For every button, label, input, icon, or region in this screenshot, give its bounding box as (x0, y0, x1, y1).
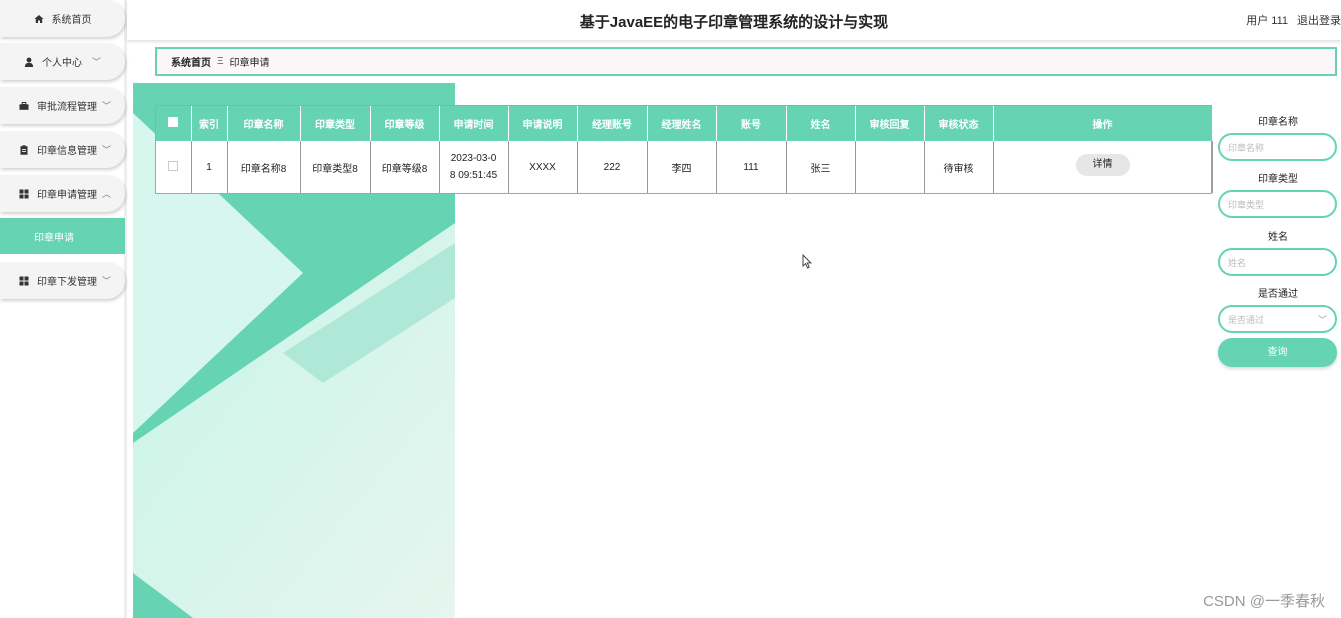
cell-review-status: 待审核 (924, 141, 994, 193)
chevron-down-icon: ﹀ (102, 101, 112, 111)
watermark: CSDN @一季春秋 (1203, 593, 1325, 610)
grid-icon (19, 189, 29, 199)
sidebar-item-seal-info[interactable]: 印章信息管理 ﹀ (0, 131, 125, 168)
cell-index: 1 (191, 141, 228, 193)
cell-seal-type: 印章类型8 (300, 141, 371, 193)
column-header: 经理账号 (577, 106, 648, 141)
user-icon (24, 57, 34, 67)
sidebar-item-profile[interactable]: 个人中心 ﹀ (0, 43, 125, 80)
column-header: 经理姓名 (647, 106, 717, 141)
chevron-down-icon: ﹀ (1317, 315, 1327, 325)
table-header-row: 索引 印章名称 印章类型 印章等级 申请时间 申请说明 经理账号 经理姓名 账号… (156, 106, 1213, 141)
breadcrumb-home[interactable]: 系统首页 (171, 54, 211, 69)
mouse-cursor-icon (802, 253, 812, 274)
column-header: 审核状态 (924, 106, 994, 141)
column-header: 审核回复 (855, 106, 925, 141)
grid-icon (19, 276, 29, 286)
seal-type-label: 印章类型 (1258, 174, 1298, 185)
cell-actions: 详情 (993, 141, 1213, 193)
sidebar-item-seal-apply-mgmt[interactable]: 印章申请管理 ︿ (0, 175, 125, 212)
seal-type-input[interactable]: 印章类型 (1218, 190, 1337, 218)
current-user: 用户 111 (1246, 15, 1288, 27)
query-button[interactable]: 查询 (1218, 338, 1337, 367)
column-header: 印章类型 (300, 106, 371, 141)
column-header: 申请说明 (508, 106, 578, 141)
sidebar-item-label: 个人中心 (41, 58, 82, 69)
apply-time-line1: 2023-03-0 (450, 153, 497, 164)
cell-account: 111 (716, 141, 787, 193)
sidebar-item-label: 审批流程管理 (37, 102, 97, 113)
briefcase-icon (19, 101, 29, 111)
chevron-down-icon: ﹀ (102, 145, 112, 155)
sidebar-item-label: 印章信息管理 (37, 146, 97, 157)
chevron-down-icon: ﹀ (91, 57, 101, 67)
cell-description: XXXX (508, 141, 578, 193)
sidebar-item-label: 印章下发管理 (37, 277, 97, 288)
cell-name: 张三 (786, 141, 856, 193)
seal-name-input[interactable]: 印章名称 (1218, 133, 1337, 161)
detail-button[interactable]: 详情 (1075, 154, 1130, 176)
passed-select-value: 是否通过 (1228, 314, 1265, 325)
sidebar: 系统首页 个人中心 ﹀ 审批流程管理 ﹀ 印章信息管理 ﹀ 印章申请管理 ︿ 印… (0, 0, 127, 618)
name-input[interactable]: 姓名 (1218, 248, 1337, 276)
column-header: 姓名 (786, 106, 856, 141)
logout-link[interactable]: 退出登录 (1297, 12, 1341, 28)
sidebar-item-label: 系统首页 (51, 15, 92, 26)
clipboard-icon (19, 144, 29, 155)
select-all-checkbox[interactable] (156, 106, 192, 141)
breadcrumb: 系统首页 Ξ 印章申请 (155, 47, 1337, 76)
passed-label: 是否通过 (1258, 289, 1298, 300)
top-header: 基于JavaEE的电子印章管理系统的设计与实现 用户 111 退出登录 (127, 0, 1341, 40)
column-header: 印章名称 (227, 106, 301, 141)
row-checkbox[interactable] (156, 141, 192, 193)
sidebar-item-approval-flow[interactable]: 审批流程管理 ﹀ (0, 87, 125, 124)
name-label: 姓名 (1268, 232, 1288, 243)
column-header: 申请时间 (439, 106, 509, 141)
seal-name-label: 印章名称 (1258, 117, 1298, 128)
sidebar-item-seal-issue-mgmt[interactable]: 印章下发管理 ﹀ (0, 262, 125, 299)
column-header: 操作 (993, 106, 1213, 141)
cell-review-reply (855, 141, 925, 193)
breadcrumb-separator: Ξ (217, 56, 224, 67)
chevron-up-icon: ︿ (102, 189, 112, 199)
column-header: 印章等级 (370, 106, 440, 141)
seal-apply-table: 索引 印章名称 印章类型 印章等级 申请时间 申请说明 经理账号 经理姓名 账号… (155, 105, 1213, 194)
cell-seal-name: 印章名称8 (227, 141, 301, 193)
sidebar-subitem-seal-apply[interactable]: 印章申请 (0, 218, 125, 254)
sidebar-item-label: 印章申请管理 (37, 190, 97, 201)
home-icon (34, 14, 44, 24)
chevron-down-icon: ﹀ (102, 276, 112, 286)
passed-select[interactable]: 是否通过 ﹀ (1218, 305, 1337, 333)
cell-apply-time: 2023-03-0 8 09:51:45 (439, 141, 509, 193)
breadcrumb-current: 印章申请 (229, 58, 270, 69)
page-title: 基于JavaEE的电子印章管理系统的设计与实现 (579, 14, 889, 31)
apply-time-line2: 8 09:51:45 (449, 170, 498, 181)
column-header: 索引 (191, 106, 228, 141)
cell-manager-name: 李四 (647, 141, 717, 193)
table-row: 1 印章名称8 印章类型8 印章等级8 2023-03-0 8 09:51:45… (156, 141, 1213, 193)
sidebar-item-home[interactable]: 系统首页 (0, 0, 125, 37)
column-header: 账号 (716, 106, 787, 141)
cell-seal-level: 印章等级8 (370, 141, 440, 193)
cell-manager-account: 222 (577, 141, 648, 193)
